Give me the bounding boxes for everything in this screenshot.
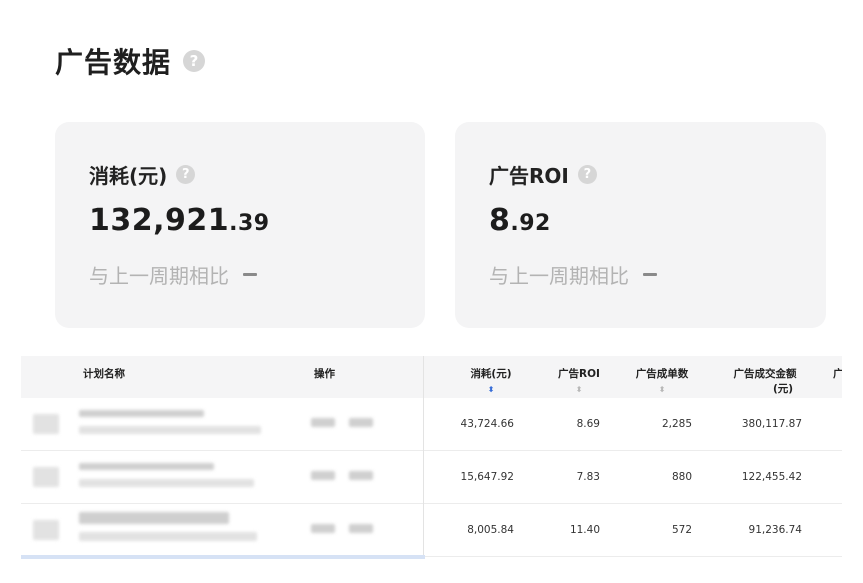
blurred-plan-name bbox=[79, 410, 204, 417]
sort-icon[interactable]: ⬍ bbox=[554, 386, 604, 394]
col-orders[interactable]: 广告成单数 ⬍ bbox=[631, 366, 693, 394]
metric-value-roi: 8.92 bbox=[489, 203, 551, 238]
cell-orders: 880 bbox=[671, 471, 692, 483]
blurred-action-2[interactable] bbox=[349, 418, 373, 427]
cell-gmv: 91,236.74 bbox=[748, 524, 802, 536]
fixed-column-divider bbox=[423, 356, 424, 559]
blurred-thumbnail bbox=[33, 414, 59, 434]
metric-value-spend: 132,921.39 bbox=[89, 203, 270, 238]
dash-icon bbox=[243, 273, 257, 276]
table-header: 计划名称 操作 消耗(元) ⬍ 广告ROI ⬍ 广告成单数 ⬍ 广告成交金额 (… bbox=[21, 356, 842, 398]
help-icon[interactable]: ? bbox=[176, 165, 196, 184]
cell-spend: 8,005.84 bbox=[467, 524, 514, 536]
sort-icon[interactable]: ⬍ bbox=[631, 386, 693, 394]
blurred-action-1[interactable] bbox=[311, 471, 335, 480]
cell-spend: 43,724.66 bbox=[460, 418, 514, 430]
help-icon[interactable]: ? bbox=[183, 50, 206, 72]
dash-icon bbox=[643, 273, 657, 276]
col-roi[interactable]: 广告ROI ⬍ bbox=[554, 366, 604, 394]
blurred-action-2[interactable] bbox=[349, 524, 373, 533]
cell-spend: 15,647.92 bbox=[460, 471, 514, 483]
col-action: 操作 bbox=[314, 368, 335, 380]
blurred-action-1[interactable] bbox=[311, 418, 335, 427]
cell-gmv: 380,117.87 bbox=[741, 418, 802, 430]
cell-roi: 8.69 bbox=[576, 418, 600, 430]
table-row[interactable]: 8,005.84 11.40 572 91,236.74 bbox=[21, 504, 842, 557]
metric-card-spend: 消耗(元) ? 132,921.39 与上一周期相比 bbox=[55, 122, 425, 328]
col-gmv[interactable]: 广告成交金额 (元) bbox=[729, 366, 801, 396]
cell-roi: 7.83 bbox=[576, 471, 600, 483]
cell-roi: 11.40 bbox=[569, 524, 600, 536]
blurred-plan-id bbox=[79, 532, 257, 541]
blurred-thumbnail bbox=[33, 467, 59, 487]
blurred-plan-name bbox=[79, 463, 214, 470]
page-title-text: 广告数据 bbox=[55, 46, 172, 79]
col-more: 广 bbox=[833, 368, 842, 380]
blurred-plan-id bbox=[79, 426, 261, 434]
blurred-thumbnail bbox=[33, 520, 59, 540]
horizontal-scrollbar[interactable] bbox=[21, 555, 425, 559]
metric-label-spend: 消耗(元) bbox=[89, 164, 168, 188]
col-spend[interactable]: 消耗(元) ⬍ bbox=[466, 366, 516, 394]
blurred-action-1[interactable] bbox=[311, 524, 335, 533]
cell-orders: 572 bbox=[671, 524, 692, 536]
page-title: 广告数据 ? bbox=[55, 41, 206, 81]
help-icon[interactable]: ? bbox=[577, 165, 597, 184]
sort-icon[interactable]: ⬍ bbox=[466, 386, 516, 394]
table-row[interactable]: 43,724.66 8.69 2,285 380,117.87 bbox=[21, 398, 842, 451]
cell-gmv: 122,455.42 bbox=[741, 471, 802, 483]
blurred-action-2[interactable] bbox=[349, 471, 373, 480]
blurred-plan-id bbox=[79, 479, 254, 487]
metric-compare: 与上一周期相比 bbox=[89, 260, 425, 289]
metric-compare: 与上一周期相比 bbox=[489, 260, 826, 289]
table-row[interactable]: 15,647.92 7.83 880 122,455.42 bbox=[21, 451, 842, 504]
plan-table: 计划名称 操作 消耗(元) ⬍ 广告ROI ⬍ 广告成单数 ⬍ 广告成交金额 (… bbox=[21, 356, 842, 559]
col-plan-name: 计划名称 bbox=[83, 368, 125, 380]
cell-orders: 2,285 bbox=[661, 418, 692, 430]
metric-label-roi: 广告ROI bbox=[489, 164, 569, 188]
blurred-plan-name bbox=[79, 512, 229, 524]
metric-card-roi: 广告ROI ? 8.92 与上一周期相比 bbox=[455, 122, 826, 328]
